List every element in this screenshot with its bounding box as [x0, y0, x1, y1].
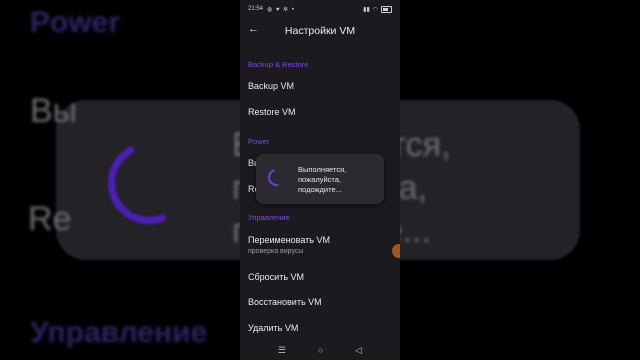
- restore-vm-item[interactable]: Restore VM: [248, 107, 296, 117]
- notification-icons: ◍ ♥ ✲ •: [267, 6, 295, 13]
- progress-message: Выполняется, пожалуйста, подождите...: [298, 165, 347, 194]
- backup-vm-item[interactable]: Backup VM: [248, 81, 294, 91]
- status-bar: 21:54 ◍ ♥ ✲ • ▮▮ ◠: [240, 0, 400, 18]
- battery-icon: [381, 5, 392, 13]
- app-bar: ← Настройки VM: [240, 18, 400, 44]
- bg-power-text: Power: [30, 6, 121, 39]
- status-right-icons: ▮▮ ◠: [363, 5, 392, 13]
- progress-spinner-icon: [264, 165, 289, 190]
- back-icon[interactable]: ◁: [355, 345, 362, 356]
- rename-vm-subtitle: проверка вирусы: [248, 248, 304, 255]
- bg-manage-text: Управление: [30, 316, 208, 349]
- signal-icon: ▮▮: [363, 6, 370, 13]
- page-title: Настройки VM: [284, 25, 356, 37]
- section-header-backup: Backup & Restore: [248, 60, 309, 69]
- bg-re-text: Re: [28, 200, 72, 238]
- progress-dialog: Выполняется, пожалуйста, подождите...: [256, 154, 384, 204]
- section-header-manage: Управление: [248, 213, 290, 222]
- home-icon[interactable]: ○: [318, 345, 323, 355]
- floating-dot-icon[interactable]: [392, 244, 400, 258]
- restore-vm-manage-item[interactable]: Восстановить VM: [248, 297, 322, 307]
- wifi-icon: ◠: [372, 6, 378, 13]
- status-time: 21:54: [248, 6, 264, 12]
- reset-vm-item[interactable]: Сбросить VM: [248, 272, 304, 282]
- system-nav-bar: ☰ ○ ◁: [240, 340, 400, 360]
- recent-apps-icon[interactable]: ☰: [278, 345, 286, 356]
- bg-vy-text: Вы: [30, 92, 78, 130]
- rename-vm-item[interactable]: Переименовать VM: [248, 235, 330, 245]
- phone-screen: 21:54 ◍ ♥ ✲ • ▮▮ ◠ ← Настройки VM Backup…: [240, 0, 400, 360]
- section-header-power: Power: [248, 137, 270, 146]
- delete-vm-item[interactable]: Удалить VM: [248, 323, 298, 333]
